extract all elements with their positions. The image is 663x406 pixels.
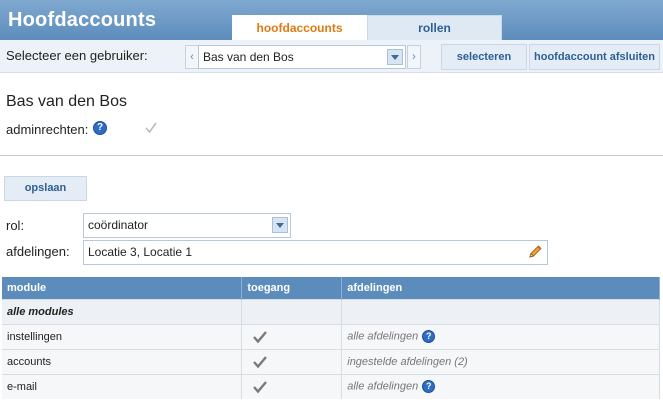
rol-label: rol:: [6, 218, 25, 233]
access-toggle[interactable]: [241, 323, 343, 349]
admin-rights-label: adminrechten:: [6, 122, 89, 137]
table-row: accounts ingestelde afdelingen (2): [2, 348, 660, 374]
app-title: Hoofdaccounts: [8, 9, 157, 31]
tab-rollen[interactable]: rollen: [367, 15, 502, 40]
pencil-icon[interactable]: [527, 244, 543, 260]
user-select-label: Selecteer een gebruiker:: [6, 48, 148, 63]
close-account-button[interactable]: hoofdaccount afsluiten: [529, 44, 660, 70]
afdelingen-value: Locatie 3, Locatie 1: [88, 245, 193, 259]
user-selection-bar: Selecteer een gebruiker: ‹ Bas van den B…: [0, 40, 663, 73]
help-icon[interactable]: ?: [93, 121, 107, 135]
previous-user-button[interactable]: ‹: [185, 45, 199, 69]
column-header-toegang: toegang: [241, 277, 343, 299]
afdelingen-label: afdelingen:: [6, 244, 70, 259]
user-select[interactable]: Bas van den Bos: [198, 45, 406, 69]
table-row: e-mail alle afdelingen?: [2, 373, 660, 399]
checkmark-icon: [253, 330, 268, 343]
afdelingen-cell[interactable]: alle afdelingen?: [341, 323, 660, 349]
table-header-row: module toegang afdelingen: [2, 277, 660, 299]
rol-select[interactable]: coördinator: [83, 213, 291, 238]
rol-select-value: coördinator: [88, 218, 149, 232]
afdelingen-field[interactable]: Locatie 3, Locatie 1: [83, 240, 548, 265]
checkmark-icon: [253, 355, 268, 368]
group-label: alle modules: [2, 298, 243, 324]
help-icon[interactable]: ?: [422, 380, 436, 394]
permissions-table: module toegang afdelingen alle modules i…: [2, 277, 660, 399]
dropdown-arrow-icon[interactable]: [387, 49, 403, 65]
access-toggle[interactable]: [241, 348, 343, 374]
table-group-row: alle modules: [2, 298, 660, 324]
dropdown-arrow-icon[interactable]: [272, 217, 288, 233]
module-name: instellingen: [2, 323, 243, 349]
app-header: Hoofdaccounts hoofdaccounts rollen: [0, 0, 663, 40]
next-user-button[interactable]: ›: [407, 45, 421, 69]
table-row: instellingen alle afdelingen?: [2, 323, 660, 349]
module-name: accounts: [2, 348, 243, 374]
select-button[interactable]: selecteren: [441, 44, 527, 70]
column-header-afdelingen: afdelingen: [341, 277, 660, 299]
divider: [0, 155, 663, 156]
help-icon[interactable]: ?: [422, 330, 436, 343]
save-button[interactable]: opslaan: [4, 176, 87, 201]
admin-checkmark-icon[interactable]: [144, 121, 158, 135]
access-toggle[interactable]: [241, 373, 343, 399]
module-name: e-mail: [2, 373, 243, 399]
tab-hoofdaccounts[interactable]: hoofdaccounts: [232, 15, 367, 40]
user-name-heading: Bas van den Bos: [6, 93, 127, 110]
afdelingen-cell[interactable]: ingestelde afdelingen (2): [341, 348, 660, 374]
user-select-value: Bas van den Bos: [203, 50, 294, 64]
column-header-module: module: [2, 277, 243, 299]
checkmark-icon: [253, 380, 268, 394]
afdelingen-cell[interactable]: alle afdelingen?: [341, 373, 660, 399]
